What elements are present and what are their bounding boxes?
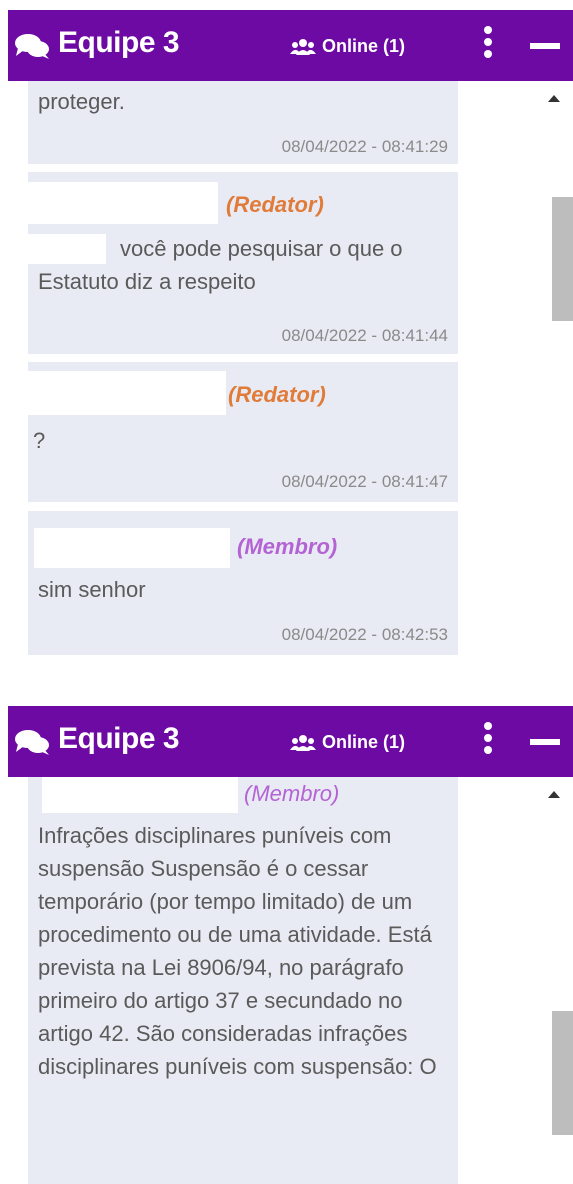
minimize-icon[interactable] [530, 739, 560, 745]
online-indicator[interactable]: Online (1) [290, 732, 405, 753]
chat-window-2: Equipe 3 Online (1) (Membro) Infrações d… [8, 706, 573, 1184]
message: (Membro) Infrações disciplinares punívei… [28, 777, 458, 1184]
message: (Membro) sim senhor 08/04/2022 - 08:42:5… [28, 511, 458, 655]
online-indicator[interactable]: Online (1) [290, 36, 405, 57]
message: (Redator) ? 08/04/2022 - 08:41:47 [28, 362, 458, 502]
chat-window-1: Equipe 3 Online (1) proteger. 08/04/2022… [8, 10, 573, 655]
redacted-author-name [28, 371, 226, 415]
scrollbar[interactable] [538, 81, 573, 655]
scroll-thumb[interactable] [552, 1011, 573, 1135]
scroll-thumb[interactable] [552, 197, 573, 321]
message-timestamp: 08/04/2022 - 08:41:47 [281, 472, 448, 491]
chat-title: Equipe 3 [58, 26, 180, 59]
chat-header: Equipe 3 Online (1) [8, 706, 573, 777]
message-timestamp: 08/04/2022 - 08:42:53 [281, 625, 448, 644]
online-label: Online (1) [322, 36, 406, 56]
message-text: proteger. [38, 89, 125, 114]
redacted-author-name [42, 777, 238, 813]
message-list: (Membro) Infrações disciplinares punívei… [8, 777, 538, 1184]
kebab-menu-icon[interactable] [478, 26, 498, 66]
users-icon [290, 734, 316, 751]
author-role: (Membro) [244, 781, 340, 806]
author-role: (Redator) [228, 382, 326, 407]
redacted-author-name [28, 182, 218, 224]
message-list: proteger. 08/04/2022 - 08:41:29 (Redator… [8, 81, 538, 655]
message-timestamp: 08/04/2022 - 08:41:29 [281, 137, 448, 156]
scrollbar[interactable] [538, 777, 573, 1184]
online-label: Online (1) [322, 732, 406, 752]
minimize-icon[interactable] [530, 43, 560, 49]
message-text: você pode pesquisar o que o Estatuto diz… [38, 236, 403, 294]
chat-bubbles-icon [15, 34, 49, 59]
message-text: Infrações disciplinares puníveis com sus… [38, 823, 437, 1079]
chat-bubbles-icon [15, 730, 49, 755]
author-role: (Membro) [237, 534, 338, 559]
message: proteger. 08/04/2022 - 08:41:29 [28, 81, 458, 164]
scroll-up-arrow-icon[interactable] [548, 95, 560, 102]
chat-header: Equipe 3 Online (1) [8, 10, 573, 81]
message-text: sim senhor [38, 577, 146, 602]
message-timestamp: 08/04/2022 - 08:41:44 [281, 326, 448, 345]
author-role: (Redator) [226, 192, 324, 217]
redacted-author-name [34, 528, 230, 568]
kebab-menu-icon[interactable] [478, 722, 498, 762]
scroll-up-arrow-icon[interactable] [548, 791, 560, 798]
message: (Redator) você pode pesquisar o que o Es… [28, 172, 458, 354]
chat-title: Equipe 3 [58, 722, 180, 755]
users-icon [290, 38, 316, 55]
message-text: ? [33, 428, 46, 453]
